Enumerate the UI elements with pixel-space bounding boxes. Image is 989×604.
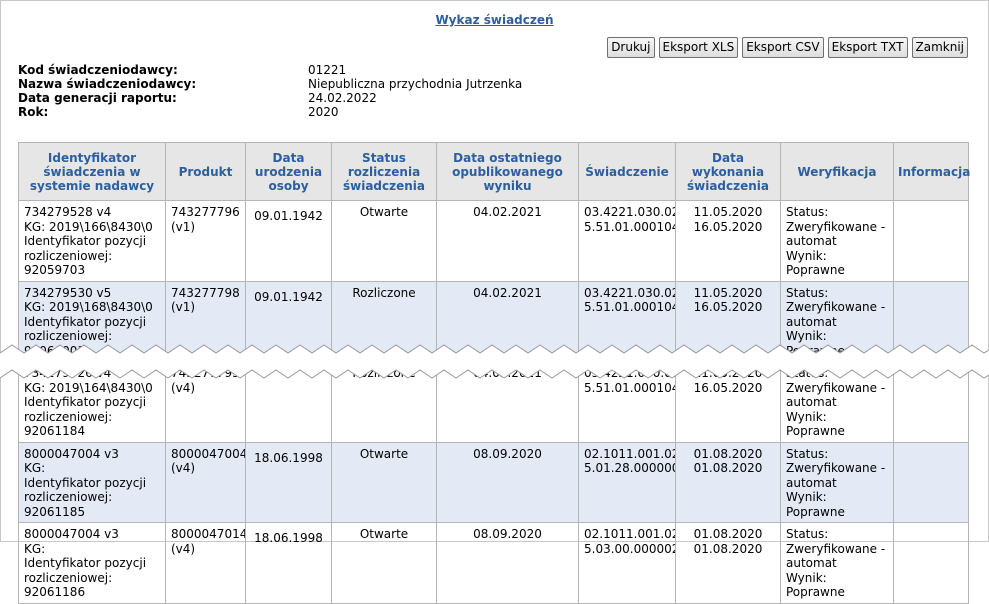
cell-information [893, 200, 969, 282]
table-row: 8000047004 v3 KG: Identyfikator pozycji … [18, 522, 969, 604]
cell-information [893, 441, 969, 523]
cell-verification: Status: Zweryfikowane - automat Wynik: P… [780, 441, 894, 523]
cell-status: Rozliczone [331, 280, 437, 362]
column-header-information[interactable]: Informacja [893, 142, 970, 201]
provider-code-value: 01221 [308, 63, 347, 77]
table-row: 734279530 v5 KG: 2019\168\8430\0 Identyf… [18, 280, 969, 362]
cell-information [893, 361, 969, 443]
year-label: Rok: [18, 105, 49, 119]
cell-exec-date: 11.05.2020 16.05.2020 [675, 280, 781, 362]
cell-id: 8000047004 v3 KG: Identyfikator pozycji … [18, 441, 166, 523]
column-header-status[interactable]: Status rozliczenia świadczenia [331, 142, 437, 201]
cell-exec-date: 11.05.2020 16.05.2020 [675, 361, 781, 443]
cell-last-result-date: 04.02.2021 [436, 200, 579, 282]
cell-verification: Status: Zweryfikowane - automat Wynik: P… [780, 280, 894, 362]
cell-service: 03.4221.030.02 5.51.01.0001049 [578, 280, 676, 362]
cell-exec-date: 01.08.2020 01.08.2020 [675, 522, 781, 604]
cell-status: Otwarte [331, 522, 437, 604]
services-table: Identyfikator świadczenia w systemie nad… [18, 142, 970, 604]
cell-birth-date [245, 361, 332, 443]
table-row: 734279528 v4 KG: 2019\166\8430\0 Identyf… [18, 200, 969, 282]
year-value: 2020 [308, 105, 339, 119]
cell-last-result-date: 08.09.2020 [436, 441, 579, 523]
cell-birth-date: 18.06.1998 [245, 441, 332, 523]
cell-status: Otwarte [331, 200, 437, 282]
cell-information [893, 522, 969, 604]
cell-product: 743277793 (v4) [165, 361, 246, 443]
cell-last-result-date: 08.09.2020 [436, 522, 579, 604]
column-header-exec-date[interactable]: Data wykonania świadczenia [675, 142, 781, 201]
cell-service: 02.1011.001.02 5.01.28.0000005 [578, 441, 676, 523]
close-button[interactable]: Zamknij [911, 37, 968, 58]
cell-service: 03.4221.030.02 5.51.01.0001049 [578, 200, 676, 282]
provider-code-label: Kod świadczeniodawcy: [18, 63, 178, 77]
export-csv-button[interactable]: Eksport CSV [742, 37, 824, 58]
cell-exec-date: 11.05.2020 16.05.2020 [675, 200, 781, 282]
report-date-label: Data generacji raportu: [18, 91, 177, 105]
provider-name-label: Nazwa świadczeniodawcy: [18, 77, 197, 91]
cell-service: 03.4221.030.02 5.51.01.0001049 [578, 361, 676, 443]
column-header-service[interactable]: Świadczenie [578, 142, 676, 201]
cell-verification: Status: Zweryfikowane - automat Wynik: P… [780, 361, 894, 443]
cell-last-result-date: 04.02.2021 [436, 361, 579, 443]
page-title-link[interactable]: Wykaz świadczeń [0, 13, 989, 27]
cell-id: 734279528 v4 KG: 2019\166\8430\0 Identyf… [18, 200, 166, 282]
cell-birth-date: 09.01.1942 [245, 280, 332, 362]
export-txt-button[interactable]: Eksport TXT [827, 37, 908, 58]
cell-product: 8000047004 (v4) [165, 441, 246, 523]
export-xls-button[interactable]: Eksport XLS [658, 37, 739, 58]
cell-service: 02.1011.001.02 5.03.00.0000021 [578, 522, 676, 604]
cell-information [893, 280, 969, 362]
cell-id: 734279530 v5 KG: 2019\168\8430\0 Identyf… [18, 280, 166, 362]
provider-name-row: Nazwa świadczeniodawcy: Niepubliczna prz… [18, 77, 522, 91]
report-date-value: 24.02.2022 [308, 91, 377, 105]
cell-verification: Status: Zweryfikowane - automat Wynik: P… [780, 200, 894, 282]
column-header-birth-date[interactable]: Data urodzenia osoby [245, 142, 332, 201]
report-info: Kod świadczeniodawcy: 01221 Nazwa świadc… [18, 63, 522, 119]
cell-status: Otwarte [331, 441, 437, 523]
toolbar: Drukuj Eksport XLS Eksport CSV Eksport T… [607, 37, 968, 58]
cell-birth-date: 09.01.1942 [245, 200, 332, 282]
cell-product: 8000047014 (v4) [165, 522, 246, 604]
provider-name-value: Niepubliczna przychodnia Jutrzenka [308, 77, 523, 91]
cell-exec-date: 01.08.2020 01.08.2020 [675, 441, 781, 523]
cell-id: 8000047004 v3 KG: Identyfikator pozycji … [18, 522, 166, 604]
column-header-last-result-date[interactable]: Data ostatniego opublikowanego wyniku [436, 142, 579, 201]
column-header-verification[interactable]: Weryfikacja [780, 142, 894, 201]
cell-last-result-date: 04.02.2021 [436, 280, 579, 362]
provider-code-row: Kod świadczeniodawcy: 01221 [18, 63, 522, 77]
cell-product: 743277796 (v1) [165, 200, 246, 282]
cell-product: 743277798 (v1) [165, 280, 246, 362]
report-date-row: Data generacji raportu: 24.02.2022 [18, 91, 522, 105]
cell-id: 734279526 v4 KG: 2019\164\8430\0 Identyf… [18, 361, 166, 443]
table-row: 734279526 v4 KG: 2019\164\8430\0 Identyf… [18, 361, 969, 443]
cell-birth-date: 18.06.1998 [245, 522, 332, 604]
column-header-product[interactable]: Produkt [165, 142, 246, 201]
cell-verification: Status: Zweryfikowane - automat Wynik: P… [780, 522, 894, 604]
table-row: 8000047004 v3 KG: Identyfikator pozycji … [18, 441, 969, 523]
year-row: Rok: 2020 [18, 105, 522, 119]
print-button[interactable]: Drukuj [607, 37, 655, 58]
table-header-row: Identyfikator świadczenia w systemie nad… [18, 142, 970, 201]
cell-status: Rozliczone [331, 361, 437, 443]
column-header-id[interactable]: Identyfikator świadczenia w systemie nad… [18, 142, 166, 201]
